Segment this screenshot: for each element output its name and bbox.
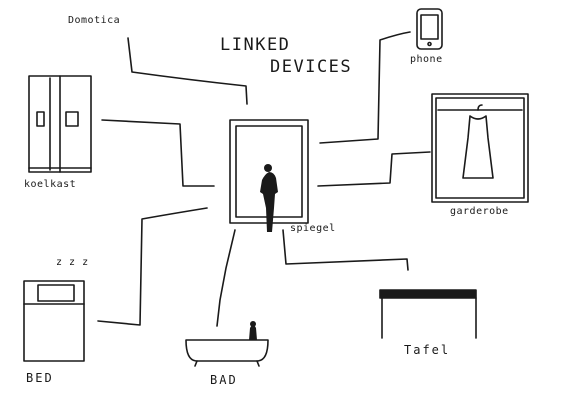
label-garderobe: garderobe — [450, 206, 509, 217]
wardrobe-icon — [431, 93, 529, 203]
connector-koelkast — [101, 119, 215, 187]
label-bad: BAD — [210, 373, 238, 387]
label-zzz: z z z — [56, 257, 89, 268]
mirror-icon — [229, 119, 309, 232]
title-line-2: DEVICES — [270, 57, 353, 77]
sketch-canvas: LINKED DEVICES Domotica koelkast phone g… — [0, 0, 561, 408]
label-tafel: Tafel — [404, 343, 451, 357]
label-spiegel: spiegel — [290, 223, 336, 234]
table-icon — [379, 289, 477, 339]
connector-garderobe — [317, 151, 431, 187]
phone-icon — [416, 8, 443, 50]
label-koelkast: koelkast — [24, 179, 77, 190]
connector-bed — [97, 207, 208, 326]
label-phone: phone — [410, 54, 443, 65]
bed-icon — [23, 280, 85, 362]
fridge-icon — [28, 75, 92, 173]
connector-bad — [216, 229, 236, 327]
label-bed: BED — [26, 371, 54, 385]
connector-tafel — [282, 229, 409, 271]
label-domotica: Domotica — [68, 15, 121, 26]
bathtub-icon — [185, 321, 269, 367]
connector-phone — [319, 31, 411, 144]
title-line-1: LINKED — [220, 35, 291, 55]
